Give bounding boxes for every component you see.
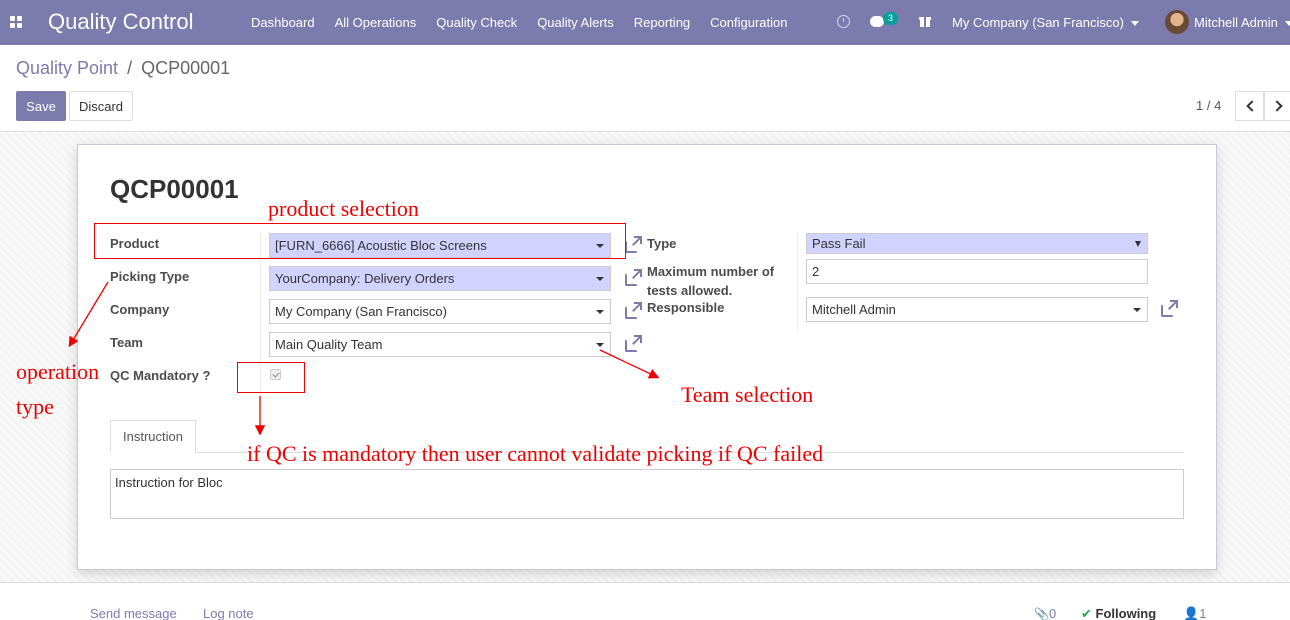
following-button[interactable]: ✔ Following [1081, 606, 1156, 620]
annotation-arrows [68, 281, 660, 436]
attachments-count: 0 [1048, 606, 1057, 620]
followers-count: 1 [1199, 606, 1207, 620]
attachments-counter[interactable]: 📎0 [1034, 606, 1056, 620]
following-label: Following [1095, 606, 1157, 620]
user-icon: 👤 [1183, 606, 1200, 620]
followers-counter[interactable]: 👤1 [1183, 606, 1206, 620]
paperclip-icon: 📎 [1034, 607, 1049, 620]
arrow-operation-type [68, 281, 109, 348]
send-message-link[interactable]: Send message [90, 606, 177, 620]
arrow-team-selection [599, 349, 660, 379]
log-note-link[interactable]: Log note [203, 606, 254, 620]
check-icon: ✔ [1081, 606, 1092, 620]
